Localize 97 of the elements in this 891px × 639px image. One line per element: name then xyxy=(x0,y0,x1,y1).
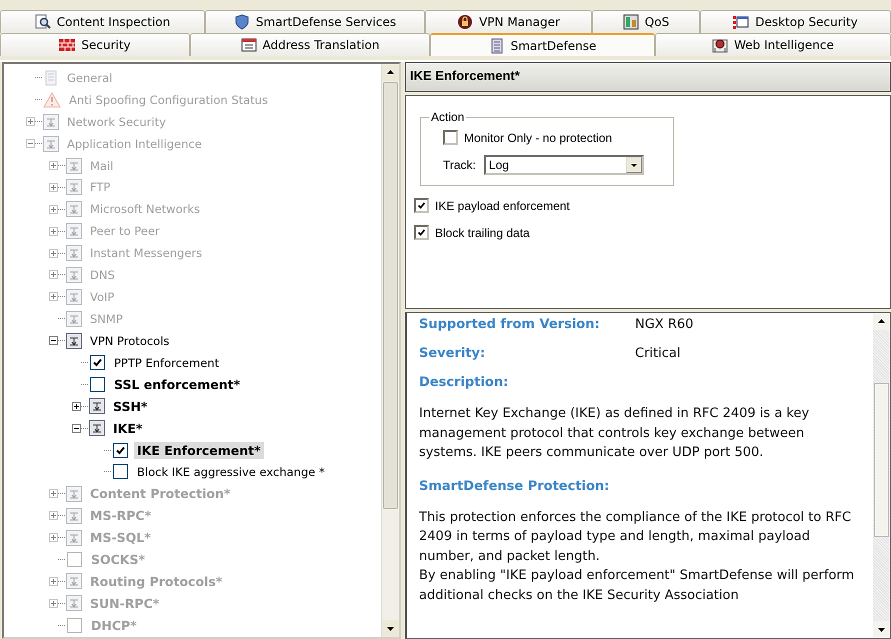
paragraph: This protection enforces the compliance of the IKE protocol to RFC 2409 in terms of payload type and length, maximal payload number, and packet length. xyxy=(419,508,852,566)
field-label: Track: xyxy=(443,158,476,172)
tree-item[interactable]: Application Intelligence xyxy=(64,136,205,152)
tree-item[interactable]: Content Protection* xyxy=(87,485,234,502)
lock-icon xyxy=(457,14,474,30)
tab[interactable]: VPN Manager xyxy=(425,10,592,33)
checkbox-label: Monitor Only - no protection xyxy=(464,130,612,144)
tree-item[interactable]: Peer to Peer xyxy=(87,223,163,240)
paragraph: Internet Key Exchange (IKE) as defined in RFC 2409 is a key management protocol that controls key exchange between systems. IKE peers communicate over UDP port 500. xyxy=(419,405,810,462)
scroll-thumb[interactable] xyxy=(383,82,398,509)
tree-item[interactable]: PPTP Enforcement xyxy=(111,354,222,371)
tree-item[interactable]: Network Security xyxy=(64,114,169,130)
checkbox[interactable] xyxy=(414,225,429,240)
module-icon xyxy=(43,136,59,152)
tree-item[interactable]: VoIP xyxy=(87,288,118,305)
module-icon xyxy=(66,332,82,349)
tree-item[interactable]: IKE Enforcement* xyxy=(134,442,264,459)
field-value: Critical xyxy=(635,346,682,361)
tab[interactable]: Desktop Security xyxy=(700,10,891,33)
tree-item[interactable]: SOCKS* xyxy=(88,551,148,568)
tree-item[interactable]: IKE* xyxy=(110,420,146,437)
tab[interactable]: Address Translation xyxy=(190,33,430,56)
tree-item[interactable]: VPN Protocols xyxy=(87,332,172,349)
module-icon xyxy=(66,310,82,327)
track-dropdown[interactable]: Log xyxy=(484,155,644,175)
checkbox[interactable] xyxy=(67,552,82,568)
checkbox[interactable] xyxy=(113,442,128,458)
paragraph: By enabling "IKE payload enforcement" SmartDefense will perform additional checks on the IKE Security Association xyxy=(419,567,856,604)
window-icon xyxy=(733,14,750,30)
table-icon xyxy=(240,37,256,53)
module-icon xyxy=(89,420,105,436)
tree-item[interactable]: Block IKE aggressive exchange * xyxy=(134,464,328,480)
tree-item[interactable]: DHCP* xyxy=(88,616,140,634)
tree-item[interactable]: Mail xyxy=(87,158,116,174)
scroll-down-icon[interactable] xyxy=(873,621,890,638)
checkbox-label: IKE payload enforcement xyxy=(435,198,570,212)
expand-icon[interactable] xyxy=(72,402,81,411)
collapse-icon[interactable] xyxy=(49,336,58,346)
field-value: NGX R60 xyxy=(635,317,694,332)
checkmark-icon xyxy=(416,227,427,238)
tab[interactable]: Content Inspection xyxy=(0,10,205,33)
module-icon xyxy=(66,288,82,305)
shield-icon xyxy=(234,14,250,30)
tree-item[interactable]: General xyxy=(64,70,116,86)
module-icon xyxy=(66,595,82,612)
checkbox[interactable] xyxy=(90,355,105,370)
section-heading: Description: xyxy=(419,375,510,390)
tree-item[interactable]: SSL enforcement* xyxy=(111,376,244,393)
panel-title: IKE Enforcement* xyxy=(405,62,891,92)
collapse-icon[interactable] xyxy=(72,424,81,433)
module-icon xyxy=(66,245,82,262)
checkmark-icon xyxy=(416,200,427,211)
checkbox[interactable] xyxy=(414,198,429,213)
module-icon xyxy=(66,179,82,196)
checkbox[interactable] xyxy=(67,618,82,633)
tree-item[interactable]: SNMP xyxy=(87,310,126,327)
module-icon xyxy=(66,201,82,218)
warning-icon xyxy=(43,92,61,108)
module-icon xyxy=(66,530,82,546)
tab[interactable]: Security xyxy=(0,33,190,56)
firewall-icon xyxy=(59,37,76,53)
tree-item[interactable]: Anti Spoofing Configuration Status xyxy=(66,92,271,108)
scrollbar[interactable] xyxy=(381,64,399,637)
tree-item[interactable]: MS-SQL* xyxy=(87,529,154,546)
module-icon xyxy=(66,266,82,283)
scroll-up-icon[interactable] xyxy=(873,313,890,330)
field-label: Supported from Version: xyxy=(419,317,601,332)
tree-item[interactable]: Instant Messengers xyxy=(87,245,206,262)
tab[interactable]: QoS xyxy=(592,10,700,33)
tab[interactable]: SmartDefense xyxy=(430,33,655,56)
checkbox[interactable] xyxy=(90,376,105,392)
tab[interactable]: SmartDefense Services xyxy=(205,10,425,33)
section-heading: SmartDefense Protection: xyxy=(419,478,610,494)
tree-item[interactable]: SUN-RPC* xyxy=(87,594,162,612)
tree-item[interactable]: FTP xyxy=(87,179,114,196)
tree-item[interactable]: SSH* xyxy=(110,398,150,415)
tab[interactable]: Web Intelligence xyxy=(655,33,891,56)
module-icon xyxy=(66,223,82,240)
module-icon xyxy=(66,158,82,174)
module-icon xyxy=(66,486,82,502)
checkbox-label: Block trailing data xyxy=(435,226,530,240)
group-label: Action xyxy=(430,110,466,124)
field-label: Severity: xyxy=(419,346,486,361)
module-icon xyxy=(66,573,82,590)
tree-item[interactable]: Microsoft Networks xyxy=(87,201,203,218)
module-icon xyxy=(89,398,105,414)
tree-item[interactable]: Routing Protocols* xyxy=(87,572,226,590)
module-icon xyxy=(66,508,82,524)
tree-item[interactable]: DNS xyxy=(87,266,118,283)
checkmark-icon xyxy=(91,356,104,370)
scroll-thumb[interactable] xyxy=(874,383,889,537)
module-icon xyxy=(43,114,59,130)
checkbox[interactable] xyxy=(113,464,128,480)
magnifier-icon xyxy=(34,14,51,30)
checkbox[interactable] xyxy=(443,130,458,145)
tree-item[interactable]: MS-RPC* xyxy=(87,507,154,524)
scrollbar[interactable] xyxy=(873,313,890,638)
